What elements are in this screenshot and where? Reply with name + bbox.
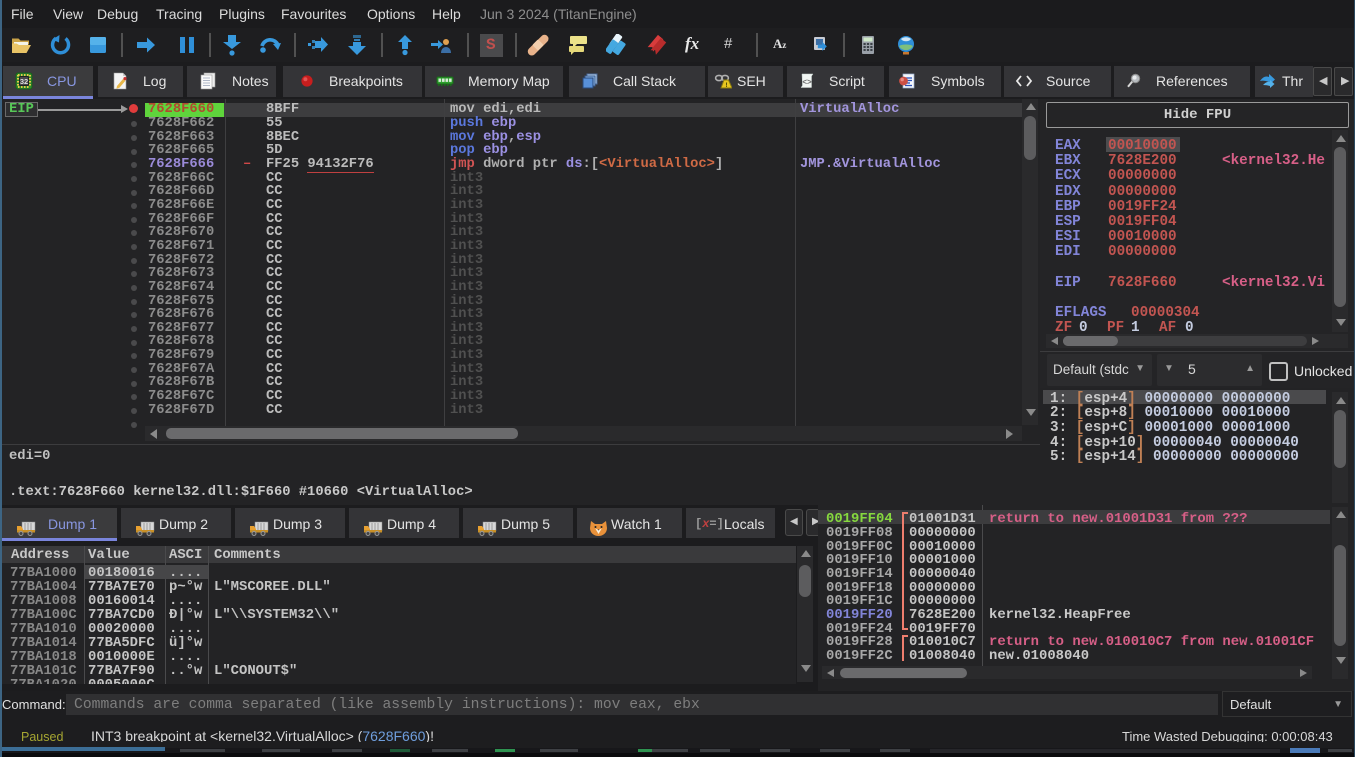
svg-text:32: 32 (20, 77, 28, 86)
svg-text:<>: <> (802, 78, 812, 87)
svg-text:!: ! (726, 82, 728, 89)
